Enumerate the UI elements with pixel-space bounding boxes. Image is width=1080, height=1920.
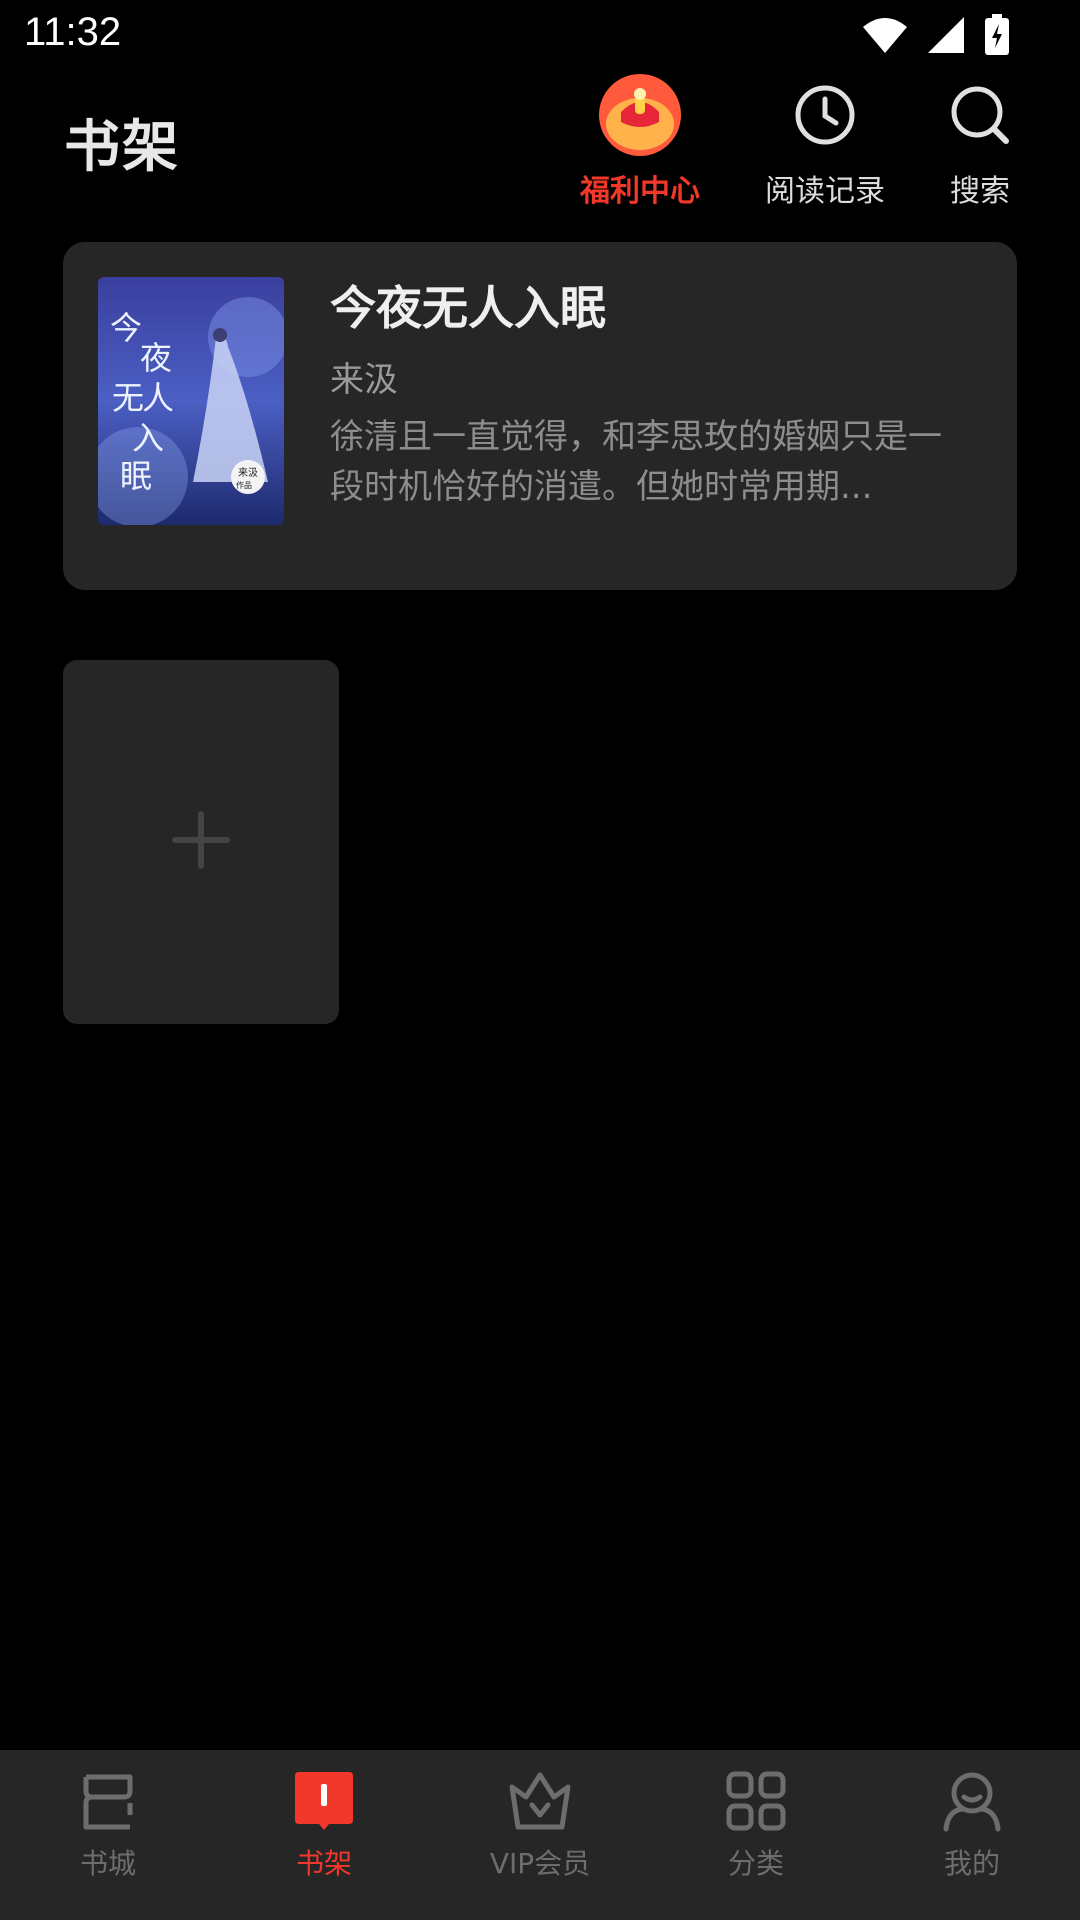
book-card[interactable]: 今 夜 无 人 入 眠 来汲 作品 今夜无人入眠 来汲 徐清且一直觉得，和李思玫…	[63, 242, 1017, 590]
nav-label-profile: 我的	[943, 1847, 1000, 1880]
search-label: 搜索	[950, 174, 1010, 209]
reading-history-label: 阅读记录	[765, 174, 885, 209]
search-button[interactable]: 搜索	[935, 70, 1025, 210]
clock-icon	[780, 70, 870, 160]
wifi-icon	[862, 15, 908, 59]
welfare-center-label: 福利中心	[580, 174, 700, 209]
svg-text:今: 今	[110, 309, 142, 347]
status-time: 11:32	[24, 10, 122, 54]
plus-icon	[171, 810, 231, 874]
status-bar: 11:32	[0, 0, 1080, 70]
nav-item-profile[interactable]: 我的	[864, 1750, 1080, 1920]
bookshelf-screen: 11:32 书架 福利中心 阅读记录 搜索 今 夜 无 人 入 眠 来汲 作品 …	[0, 0, 1080, 1920]
search-icon	[935, 70, 1025, 160]
bookshelf-icon	[289, 1766, 359, 1836]
nav-label-bookstore: 书城	[79, 1847, 136, 1880]
nav-label-bookshelf: 书架	[295, 1847, 352, 1880]
nav-item-bookshelf[interactable]: 书架	[216, 1750, 432, 1920]
nav-label-vip: VIP会员	[489, 1847, 591, 1880]
battery-charging-icon	[984, 14, 1010, 60]
book-title: 今夜无人入眠	[330, 281, 606, 335]
nav-item-vip[interactable]: VIP会员	[432, 1750, 648, 1920]
reading-history-button[interactable]: 阅读记录	[760, 70, 890, 210]
svg-text:入: 入	[132, 419, 164, 457]
signal-icon	[926, 15, 966, 59]
bottom-nav: 书城 书架 VIP会员 分类 我的	[0, 1750, 1080, 1920]
svg-text:人: 人	[142, 379, 174, 417]
svg-text:无: 无	[112, 379, 144, 417]
profile-icon	[937, 1766, 1007, 1836]
gift-icon	[595, 70, 685, 160]
bookstore-icon	[73, 1766, 143, 1836]
svg-text:眠: 眠	[120, 457, 152, 495]
add-book-button[interactable]	[63, 660, 339, 1024]
svg-text:夜: 夜	[140, 339, 172, 377]
welfare-center-button[interactable]: 福利中心	[575, 70, 705, 210]
svg-text:作品: 作品	[236, 480, 252, 490]
book-author: 来汲	[330, 360, 398, 400]
book-description: 徐清且一直觉得，和李思玫的婚姻只是一段时机恰好的消遣。但她时常用期...	[330, 417, 942, 507]
page-title: 书架	[64, 115, 180, 180]
crown-icon	[505, 1766, 575, 1836]
grid-icon	[721, 1766, 791, 1836]
nav-item-bookstore[interactable]: 书城	[0, 1750, 216, 1920]
status-icons	[862, 14, 1010, 60]
book-cover-image: 今 夜 无 人 入 眠 来汲 作品	[98, 277, 284, 525]
nav-label-category: 分类	[727, 1847, 784, 1880]
svg-text:来汲: 来汲	[238, 466, 258, 479]
nav-item-category[interactable]: 分类	[648, 1750, 864, 1920]
